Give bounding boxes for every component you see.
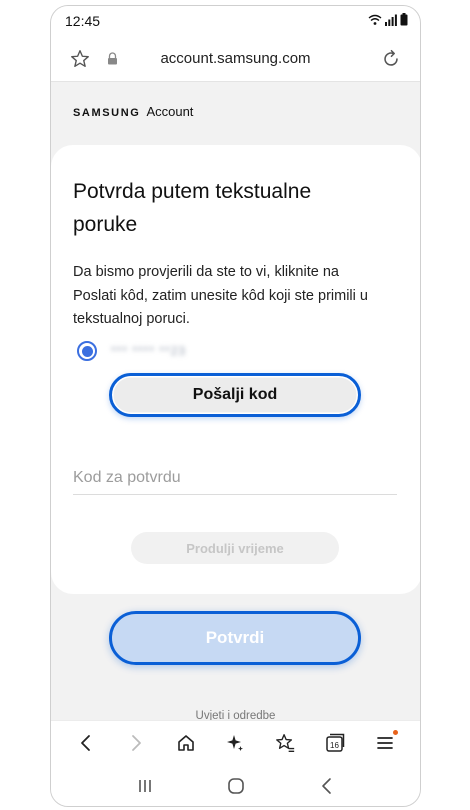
bookmarks-icon[interactable] — [271, 729, 299, 757]
back-arrow-icon[interactable] — [72, 729, 100, 757]
brand-samsung: SAMSUNG — [73, 107, 141, 119]
battery-icon — [400, 13, 408, 26]
home-icon[interactable] — [172, 729, 200, 757]
recent-apps-icon[interactable] — [131, 772, 159, 800]
tabs-icon[interactable]: 16 — [321, 729, 349, 757]
verification-code-input[interactable] — [73, 461, 397, 495]
url-text[interactable]: account.samsung.com — [51, 50, 420, 67]
status-time: 12:45 — [65, 13, 101, 29]
home-button-icon[interactable] — [222, 772, 250, 800]
notification-dot — [392, 729, 398, 735]
signal-icon — [385, 14, 397, 26]
browser-address-bar: account.samsung.com — [51, 36, 420, 82]
menu-icon[interactable] — [371, 729, 399, 757]
reload-icon[interactable] — [380, 48, 402, 75]
confirm-button[interactable]: Potvrdi — [109, 611, 361, 665]
browser-toolbar: 16 — [51, 720, 420, 764]
sparkle-icon[interactable] — [221, 729, 249, 757]
status-bar: 12:45 — [51, 6, 420, 36]
instruction-text: Da bismo provjerili da ste to vi, klikni… — [73, 264, 368, 327]
page-content: SAMSUNG Account Potvrda putem tekstualne… — [51, 82, 420, 720]
system-back-icon[interactable] — [313, 772, 341, 800]
wifi-icon — [368, 14, 382, 25]
samsung-account-logo: SAMSUNG Account — [73, 104, 193, 119]
phone-option[interactable]: *** **** **23 — [77, 341, 186, 361]
masked-phone-number: *** **** **23 — [111, 344, 187, 358]
phone-frame: 12:45 account.samsung.com SAMSUNG Accoun… — [50, 5, 421, 807]
verification-card: Potvrda putem tekstualne poruke Da bismo… — [51, 145, 420, 594]
terms-link[interactable]: Uvjeti i odredbe — [51, 710, 420, 720]
send-code-button[interactable]: Pošalji kod — [109, 373, 361, 417]
radio-button-selected[interactable] — [77, 341, 97, 361]
system-navigation-bar — [51, 764, 420, 806]
extend-time-button[interactable]: Produlji vrijeme — [131, 532, 339, 564]
tabs-count: 16 — [330, 741, 339, 750]
brand-account: Account — [146, 104, 194, 119]
forward-arrow-icon[interactable] — [122, 729, 150, 757]
page-title: Potvrda putem tekstualne poruke — [73, 180, 312, 236]
